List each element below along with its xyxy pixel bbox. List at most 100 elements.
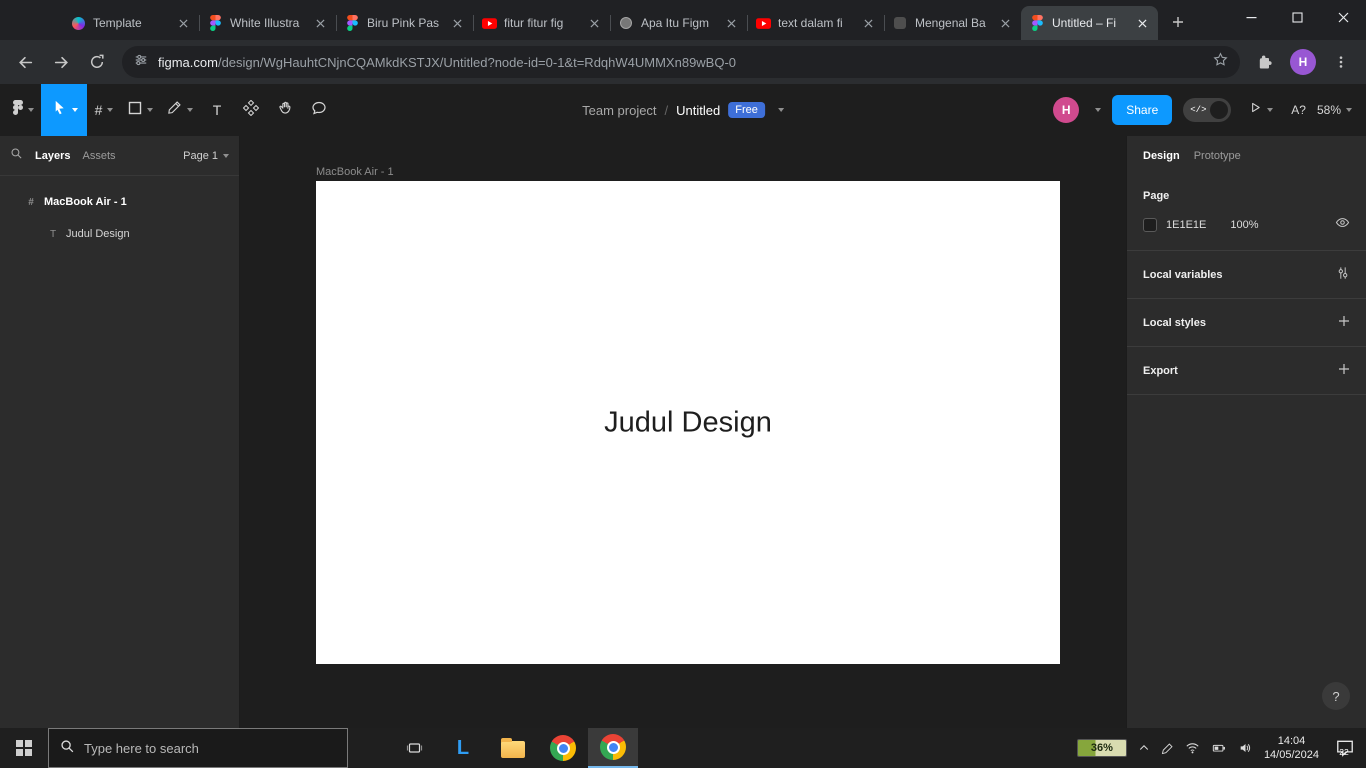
tab-prototype[interactable]: Prototype bbox=[1194, 150, 1241, 162]
taskbar-search-box[interactable]: Type here to search bbox=[48, 728, 348, 768]
browser-tab-white-illustration[interactable]: White Illustra bbox=[199, 6, 336, 40]
tab-assets[interactable]: Assets bbox=[82, 150, 115, 162]
browser-tab-biru-pink[interactable]: Biru Pink Pas bbox=[336, 6, 473, 40]
volume-tray-icon[interactable] bbox=[1238, 741, 1253, 755]
taskbar-clock[interactable]: 14:04 14/05/2024 bbox=[1264, 734, 1319, 763]
browser-tab-text-dalam[interactable]: text dalam fi bbox=[747, 6, 884, 40]
chevron-down-icon[interactable] bbox=[107, 108, 114, 112]
start-button[interactable] bbox=[0, 728, 48, 768]
local-styles-row[interactable]: Local styles bbox=[1127, 299, 1366, 347]
tab-design[interactable]: Design bbox=[1143, 150, 1180, 162]
tab-layers[interactable]: Layers bbox=[35, 150, 70, 162]
layer-name: Judul Design bbox=[66, 228, 130, 240]
components-icon bbox=[242, 99, 260, 121]
pen-tool-button[interactable] bbox=[160, 90, 200, 130]
window-minimize-button[interactable] bbox=[1228, 0, 1274, 34]
page-section-heading: Page bbox=[1143, 190, 1170, 202]
chevron-down-icon[interactable] bbox=[147, 108, 153, 112]
frame-tool-button[interactable]: # bbox=[87, 90, 121, 130]
export-row[interactable]: Export bbox=[1127, 347, 1366, 395]
hand-tool-button[interactable] bbox=[268, 90, 302, 130]
window-maximize-button[interactable] bbox=[1274, 0, 1320, 34]
forward-button[interactable] bbox=[44, 45, 78, 79]
variables-adjust-icon[interactable] bbox=[1336, 266, 1350, 283]
figma-favicon bbox=[1029, 15, 1045, 31]
layer-row-text[interactable]: T Judul Design bbox=[0, 218, 239, 250]
browser-tab-apa-itu[interactable]: Apa Itu Figm bbox=[610, 6, 747, 40]
user-avatar[interactable]: H bbox=[1053, 97, 1080, 123]
local-variables-row[interactable]: Local variables bbox=[1127, 251, 1366, 299]
chevron-down-icon[interactable] bbox=[1095, 108, 1102, 112]
browser-menu-icon[interactable] bbox=[1324, 45, 1358, 79]
color-swatch[interactable] bbox=[1143, 218, 1157, 232]
address-bar[interactable]: figma.com/design/WgHauhtCNjnCQAMkdKSTJX/… bbox=[122, 46, 1240, 78]
action-center-button[interactable]: 22 bbox=[1330, 738, 1360, 758]
missing-fonts-indicator[interactable]: A? bbox=[1291, 103, 1306, 117]
color-hex-value[interactable]: 1E1E1E bbox=[1166, 219, 1206, 231]
window-close-button[interactable] bbox=[1320, 0, 1366, 34]
task-view-button[interactable] bbox=[390, 728, 438, 768]
design-frame[interactable]: Judul Design bbox=[316, 181, 1060, 664]
tab-close-icon[interactable] bbox=[1134, 15, 1150, 31]
add-export-plus-icon[interactable] bbox=[1338, 363, 1350, 378]
tab-favicon bbox=[70, 15, 86, 31]
share-button[interactable]: Share bbox=[1112, 95, 1173, 125]
browser-tab-template[interactable]: Template bbox=[62, 6, 199, 40]
taskbar-app-chrome-active[interactable] bbox=[588, 728, 638, 768]
shape-tool-button[interactable] bbox=[121, 90, 160, 130]
chevron-down-icon[interactable] bbox=[777, 108, 784, 112]
taskbar-app-l[interactable]: L bbox=[438, 728, 488, 768]
layer-row-frame[interactable]: # MacBook Air - 1 bbox=[0, 186, 239, 218]
url-text: figma.com/design/WgHauhtCNjnCQAMkdKSTJX/… bbox=[158, 54, 737, 70]
chevron-down-icon[interactable] bbox=[71, 108, 78, 112]
chevron-down-icon[interactable] bbox=[187, 108, 193, 112]
resources-tool-button[interactable] bbox=[234, 90, 268, 130]
tab-close-icon[interactable] bbox=[997, 15, 1013, 31]
visibility-eye-icon[interactable] bbox=[1335, 216, 1350, 234]
color-opacity-value[interactable]: 100% bbox=[1230, 219, 1258, 231]
browser-tab-untitled-active[interactable]: Untitled – Fi bbox=[1021, 6, 1158, 40]
new-tab-button[interactable] bbox=[1164, 8, 1192, 36]
tab-close-icon[interactable] bbox=[449, 15, 465, 31]
browser-tab-mengenal[interactable]: Mengenal Ba bbox=[884, 6, 1021, 40]
taskbar-app-chrome[interactable] bbox=[538, 728, 588, 768]
breadcrumb-file-name[interactable]: Untitled bbox=[676, 103, 720, 118]
present-button[interactable] bbox=[1242, 90, 1280, 130]
browser-profile-avatar[interactable]: H bbox=[1290, 49, 1316, 75]
breadcrumb-project[interactable]: Team project bbox=[582, 103, 656, 118]
tab-close-icon[interactable] bbox=[723, 15, 739, 31]
add-style-plus-icon[interactable] bbox=[1338, 315, 1350, 330]
tab-close-icon[interactable] bbox=[586, 15, 602, 31]
tab-close-icon[interactable] bbox=[860, 15, 876, 31]
tab-close-icon[interactable] bbox=[312, 15, 328, 31]
tab-close-icon[interactable] bbox=[175, 15, 191, 31]
browser-tab-fitur[interactable]: fitur fitur fig bbox=[473, 6, 610, 40]
wifi-tray-icon[interactable] bbox=[1185, 741, 1200, 755]
chrome-icon bbox=[550, 735, 576, 761]
chevron-down-icon[interactable] bbox=[1267, 108, 1274, 112]
battery-meter-widget[interactable]: 36% bbox=[1076, 739, 1127, 757]
page-selector[interactable]: Page 1 bbox=[183, 150, 229, 162]
pen-tray-icon[interactable] bbox=[1161, 742, 1174, 755]
dev-mode-toggle[interactable]: </> bbox=[1183, 98, 1232, 122]
frame-text[interactable]: Judul Design bbox=[316, 406, 1060, 439]
comment-tool-button[interactable] bbox=[302, 90, 336, 130]
move-tool-button[interactable] bbox=[41, 84, 87, 136]
canvas[interactable]: MacBook Air - 1 Judul Design bbox=[240, 136, 1126, 728]
taskbar-app-file-explorer[interactable] bbox=[488, 728, 538, 768]
figma-toolbar-right: H Share </> A? 58% bbox=[1053, 90, 1366, 130]
back-button[interactable] bbox=[8, 45, 42, 79]
help-button[interactable]: ? bbox=[1322, 682, 1350, 710]
figma-main-menu-button[interactable] bbox=[6, 90, 41, 130]
site-settings-icon[interactable] bbox=[134, 53, 148, 72]
extensions-icon[interactable] bbox=[1248, 45, 1282, 79]
zoom-control[interactable]: 58% bbox=[1317, 103, 1352, 117]
reload-button[interactable] bbox=[80, 45, 114, 79]
bookmark-star-icon[interactable] bbox=[1213, 52, 1228, 72]
battery-tray-icon[interactable] bbox=[1211, 741, 1227, 755]
text-tool-button[interactable]: T bbox=[200, 90, 234, 130]
hidden-icons-caret[interactable] bbox=[1138, 742, 1150, 754]
search-icon[interactable] bbox=[10, 147, 23, 165]
chevron-down-icon[interactable] bbox=[1346, 108, 1352, 112]
frame-label[interactable]: MacBook Air - 1 bbox=[316, 166, 394, 178]
